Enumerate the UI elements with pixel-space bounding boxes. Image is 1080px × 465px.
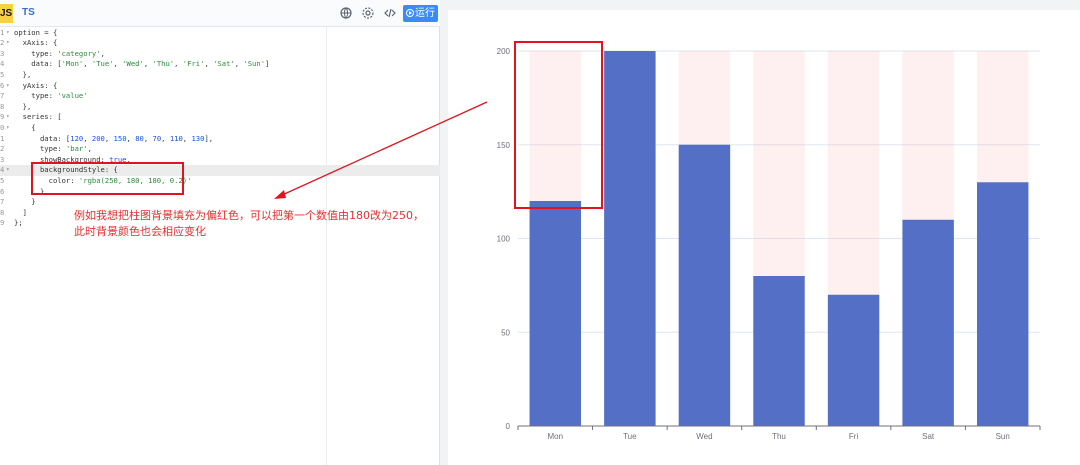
code-line[interactable]: 1option = {: [0, 28, 440, 39]
code-highlight-box: [31, 162, 184, 195]
globe-icon[interactable]: [339, 6, 353, 20]
bar: [678, 144, 731, 426]
x-tick-label: Thu: [772, 432, 786, 441]
bar: [604, 51, 656, 426]
code-line[interactable]: 9 series: [: [0, 112, 440, 123]
editor-tabbar: JS TS 运行: [0, 0, 440, 27]
play-circle-icon: [406, 9, 414, 17]
line-number: 5: [0, 175, 5, 185]
code-text: data: [120, 200, 150, 80, 70, 110, 130],: [14, 133, 214, 143]
code-text: option = {: [14, 27, 58, 37]
code-line[interactable]: 3 type: 'category',: [0, 49, 440, 60]
line-number: 2: [0, 144, 5, 154]
code-line[interactable]: 0 {: [0, 123, 440, 134]
code-line[interactable]: 2 xAxis: {: [0, 38, 440, 49]
annotation-note: 例如我想把柱图背景填充为偏红色，可以把第一个数值由180改为250， 此时背景颜…: [74, 208, 454, 240]
code-text: type: 'bar',: [14, 144, 92, 154]
line-number: 8: [0, 207, 5, 217]
code-line[interactable]: 8 },: [0, 102, 440, 113]
bar: [827, 294, 880, 426]
code-area[interactable]: 1option = {2 xAxis: {3 type: 'category',…: [0, 27, 440, 465]
code-line[interactable]: 1 data: [120, 200, 150, 80, 70, 110, 130…: [0, 134, 440, 145]
code-text: },: [14, 101, 32, 111]
x-tick-label: Mon: [548, 432, 564, 441]
code-text: {: [14, 122, 36, 132]
x-tick-label: Fri: [849, 432, 859, 441]
line-number: 0: [0, 123, 12, 134]
code-line[interactable]: 7 }: [0, 197, 440, 208]
annotation-line-2: 此时背景颜色也会相应变化: [74, 225, 206, 238]
code-text: ]: [14, 207, 27, 217]
bar-chart: 0 50 100 150 200 Mon Tue Wed Thu Fri Sat Sun: [497, 41, 1041, 441]
line-number: 1: [0, 133, 5, 143]
code-editor-pane: JS TS 运行 1option = {2 xAxis: {3 type: 'c…: [0, 0, 440, 465]
bar: [753, 276, 805, 426]
annotation-line-1: 例如我想把柱图背景填充为偏红色，可以把第一个数值由180改为250，: [74, 209, 424, 222]
tab-js[interactable]: JS: [0, 4, 13, 23]
x-tick-label: Tue: [623, 432, 637, 441]
code-icon[interactable]: [383, 6, 397, 20]
line-number: 7: [0, 197, 5, 207]
code-text: data: ['Mon', 'Tue', 'Wed', 'Thu', 'Fri'…: [14, 59, 270, 69]
code-line[interactable]: 6 yAxis: {: [0, 81, 440, 92]
y-tick-label: 0: [506, 422, 511, 431]
code-text: yAxis: {: [14, 80, 58, 90]
code-text: };: [14, 218, 23, 228]
code-text: series: [: [14, 112, 62, 122]
run-button[interactable]: 运行: [403, 5, 438, 22]
y-tick-label: 100: [497, 235, 511, 244]
line-number: 4: [0, 165, 12, 176]
line-number: 9: [0, 112, 12, 123]
settings-icon[interactable]: [361, 6, 375, 20]
code-line[interactable]: 5 },: [0, 70, 440, 81]
bar: [976, 182, 1029, 426]
code-text: type: 'category',: [14, 48, 105, 58]
run-button-label: 运行: [415, 8, 435, 19]
line-number: 6: [0, 81, 12, 92]
y-tick-label: 200: [497, 47, 511, 56]
line-number: 3: [0, 154, 5, 164]
code-line[interactable]: 7 type: 'value': [0, 91, 440, 102]
code-text: type: 'value': [14, 91, 88, 101]
x-tick-label: Wed: [696, 432, 712, 441]
line-number: 4: [0, 59, 5, 69]
code-text: xAxis: {: [14, 38, 58, 48]
line-number: 2: [0, 38, 12, 49]
code-text: },: [14, 69, 32, 79]
line-number: 7: [0, 91, 5, 101]
line-number: 9: [0, 218, 5, 228]
code-text: }: [14, 197, 36, 207]
line-number: 8: [0, 101, 5, 111]
line-number: 5: [0, 69, 5, 79]
code-line[interactable]: 2 type: 'bar',: [0, 144, 440, 155]
x-tick-label: Sat: [922, 432, 935, 441]
tab-ts[interactable]: TS: [22, 7, 35, 18]
code-line[interactable]: 4 data: ['Mon', 'Tue', 'Wed', 'Thu', 'Fr…: [0, 59, 440, 70]
line-number: 3: [0, 48, 5, 58]
x-tick-label: Sun: [996, 432, 1010, 441]
line-number: 6: [0, 186, 5, 196]
bar: [529, 201, 582, 426]
y-tick-label: 50: [501, 328, 510, 337]
line-number: 1: [0, 28, 12, 39]
y-tick-label: 150: [497, 141, 511, 150]
app-root: JS TS 运行 1option = {2 xAxis: {3 type: 'c…: [0, 0, 1080, 465]
chart-preview-pane: 0 50 100 150 200 Mon Tue Wed Thu Fri Sat Sun: [448, 10, 1080, 465]
bar: [902, 219, 954, 426]
